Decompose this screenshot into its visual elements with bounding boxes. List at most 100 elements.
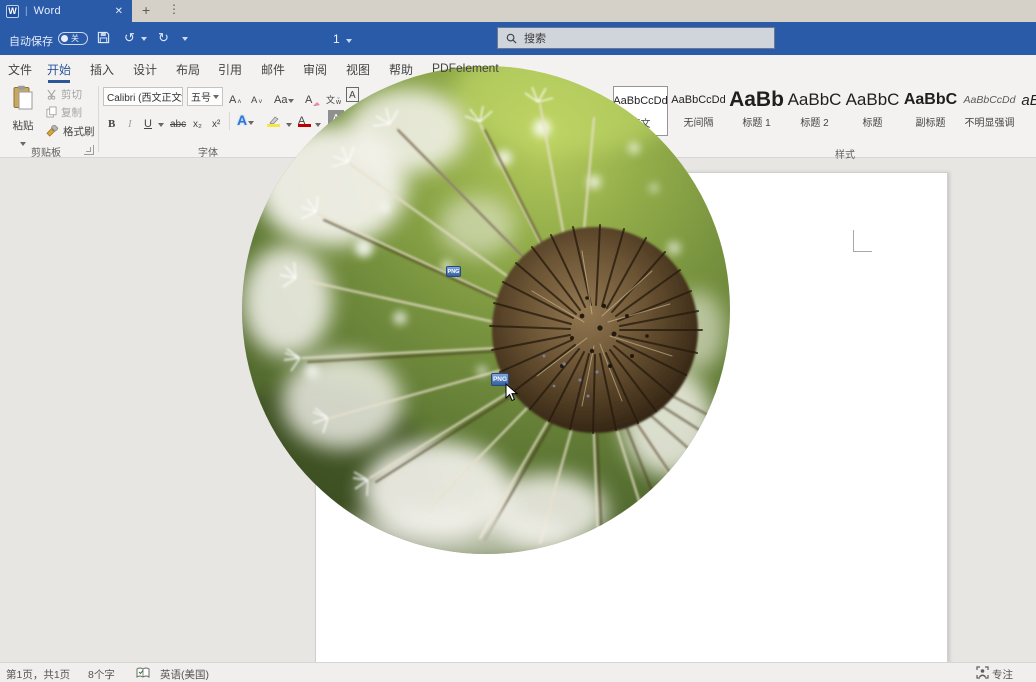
paste-button[interactable]: 粘贴 bbox=[4, 85, 42, 143]
window-tab-strip: W | Word ✕ + ⋮ bbox=[0, 0, 1036, 22]
grow-font-button[interactable]: A˄ bbox=[229, 88, 241, 106]
status-bar: 第1页，共1页 8个字 英语(美国) 专注 bbox=[0, 662, 1036, 682]
close-tab-icon[interactable]: ✕ bbox=[112, 6, 126, 17]
bold-button[interactable]: B bbox=[108, 112, 115, 130]
font-size-caret-icon bbox=[213, 95, 219, 99]
font-color-caret-icon[interactable] bbox=[315, 123, 321, 127]
tab-menu-icon[interactable]: ⋮ bbox=[168, 2, 181, 16]
redo-icon[interactable]: ↻ bbox=[158, 30, 169, 46]
undo-dropdown-icon[interactable] bbox=[141, 37, 147, 41]
format-painter-label: 格式刷 bbox=[63, 124, 95, 139]
eraser-mark bbox=[313, 99, 320, 106]
text-boundary-mark bbox=[853, 230, 872, 252]
doc-indicator-caret bbox=[346, 39, 352, 43]
text-effects-caret-icon bbox=[248, 121, 254, 125]
tab-pdfelement[interactable]: PDFelement bbox=[432, 61, 499, 75]
shrink-mark: ˅ bbox=[258, 99, 262, 106]
document-indicator[interactable]: 1 bbox=[333, 32, 352, 46]
style-heading-2[interactable]: AaBbC 标题 2 bbox=[787, 86, 842, 136]
font-name-select[interactable]: Calibri (西文正文 bbox=[103, 87, 183, 106]
style-no-spacing[interactable]: AaBbCcDd 无间隔 bbox=[671, 86, 726, 136]
grow-mark: ˄ bbox=[237, 99, 241, 106]
copy-icon bbox=[46, 106, 57, 118]
autosave-toggle[interactable]: 关 bbox=[58, 32, 88, 45]
image-format-badge: PNG bbox=[446, 266, 461, 277]
group-divider bbox=[98, 86, 99, 152]
toggle-knob bbox=[61, 35, 68, 42]
save-icon[interactable] bbox=[97, 31, 110, 47]
style-title[interactable]: AaBbC 标题 bbox=[845, 86, 900, 136]
proofing-icon[interactable] bbox=[136, 666, 150, 682]
word-count[interactable]: 8个字 bbox=[88, 667, 115, 682]
tab-review[interactable]: 审阅 bbox=[303, 61, 327, 78]
cut-button[interactable]: 剪切 bbox=[46, 86, 82, 102]
phonetic-mark: w̌ bbox=[336, 99, 341, 106]
mouse-cursor bbox=[505, 383, 518, 402]
strikethrough-button[interactable]: abc bbox=[170, 112, 186, 130]
tab-design[interactable]: 设计 bbox=[133, 61, 157, 78]
tab-file[interactable]: 文件 bbox=[8, 61, 32, 78]
scissors-icon bbox=[46, 89, 57, 100]
focus-mode-icon[interactable] bbox=[976, 666, 989, 682]
font-name-value: Calibri (西文正文 bbox=[107, 89, 181, 104]
underline-caret-icon[interactable] bbox=[158, 123, 164, 127]
search-input[interactable]: 搜索 bbox=[497, 27, 775, 49]
underline-button[interactable]: U bbox=[144, 112, 152, 130]
clipboard-group-label: 剪贴板 bbox=[0, 144, 92, 159]
styles-group-label: 样式 bbox=[820, 146, 870, 161]
character-border-button[interactable]: A bbox=[346, 87, 359, 102]
autosave-label: 自动保存 bbox=[9, 33, 53, 49]
text-effects-button[interactable]: A bbox=[237, 110, 254, 128]
word-application-window: W | Word ✕ + ⋮ 自动保存 关 ↺ ↻ 1 搜索 文件 开始 插入 bbox=[0, 0, 1036, 682]
format-painter-button[interactable]: 格式刷 bbox=[46, 123, 95, 139]
style-heading-1[interactable]: AaBb 标题 1 bbox=[729, 86, 784, 136]
clipboard-dialog-launcher-icon[interactable] bbox=[84, 145, 94, 155]
qat-customize-icon[interactable] bbox=[182, 37, 188, 41]
word-logo-icon: W bbox=[6, 5, 19, 18]
tab-separator: | bbox=[25, 6, 28, 17]
highlight-color-bar bbox=[267, 124, 280, 127]
window-tab-word[interactable]: W | Word ✕ bbox=[0, 0, 132, 22]
style-subtitle[interactable]: AaBbC 副标题 bbox=[903, 86, 958, 136]
ribbon-tab-bar: 文件 开始 插入 设计 布局 引用 邮件 审阅 视图 帮助 PDFelement bbox=[0, 55, 1036, 82]
clear-formatting-button[interactable]: A bbox=[305, 88, 320, 106]
tab-home[interactable]: 开始 bbox=[47, 61, 71, 78]
superscript-button[interactable]: x² bbox=[212, 112, 220, 130]
copy-button[interactable]: 复制 bbox=[46, 104, 82, 120]
tab-references[interactable]: 引用 bbox=[218, 61, 242, 78]
font-group-label: 字体 bbox=[108, 144, 308, 159]
style-emphasis[interactable]: AaBbCcDd 强调 bbox=[1021, 86, 1036, 136]
search-icon bbox=[506, 33, 517, 44]
cut-label: 剪切 bbox=[61, 87, 82, 102]
tab-insert[interactable]: 插入 bbox=[90, 61, 114, 78]
format-painter-icon bbox=[46, 125, 59, 137]
paste-icon bbox=[12, 85, 34, 111]
change-case-caret-icon bbox=[288, 99, 294, 103]
highlight-caret-icon[interactable] bbox=[286, 123, 292, 127]
dandelion-photo bbox=[242, 66, 730, 554]
new-tab-button[interactable]: + bbox=[142, 2, 150, 18]
search-placeholder: 搜索 bbox=[524, 30, 546, 46]
font-color-button[interactable]: A bbox=[298, 110, 312, 127]
tab-mailings[interactable]: 邮件 bbox=[261, 61, 285, 78]
title-bar: 自动保存 关 ↺ ↻ 1 搜索 bbox=[0, 22, 1036, 55]
focus-mode-label[interactable]: 专注 bbox=[992, 667, 1013, 682]
tab-layout[interactable]: 布局 bbox=[176, 61, 200, 78]
italic-button[interactable]: I bbox=[128, 112, 132, 130]
autosave-state: 关 bbox=[71, 35, 79, 43]
phonetic-guide-button[interactable]: 文w̌ bbox=[326, 88, 341, 106]
highlight-color-button[interactable] bbox=[267, 110, 283, 127]
change-case-button[interactable]: Aa bbox=[274, 88, 294, 106]
inserted-picture-dandelion[interactable] bbox=[242, 66, 730, 554]
window-tab-title: Word bbox=[34, 5, 112, 17]
tab-help[interactable]: 帮助 bbox=[389, 61, 413, 78]
copy-label: 复制 bbox=[61, 105, 82, 120]
subscript-button[interactable]: x₂ bbox=[193, 112, 202, 130]
page-info[interactable]: 第1页，共1页 bbox=[6, 667, 70, 682]
style-subtle-emphasis[interactable]: AaBbCcDd 不明显强调 bbox=[961, 86, 1018, 136]
shrink-font-button[interactable]: A˅ bbox=[251, 88, 262, 106]
tab-view[interactable]: 视图 bbox=[346, 61, 370, 78]
font-size-select[interactable]: 五号 bbox=[187, 87, 223, 106]
language-indicator[interactable]: 英语(美国) bbox=[160, 667, 209, 682]
undo-icon[interactable]: ↺ bbox=[124, 30, 135, 46]
